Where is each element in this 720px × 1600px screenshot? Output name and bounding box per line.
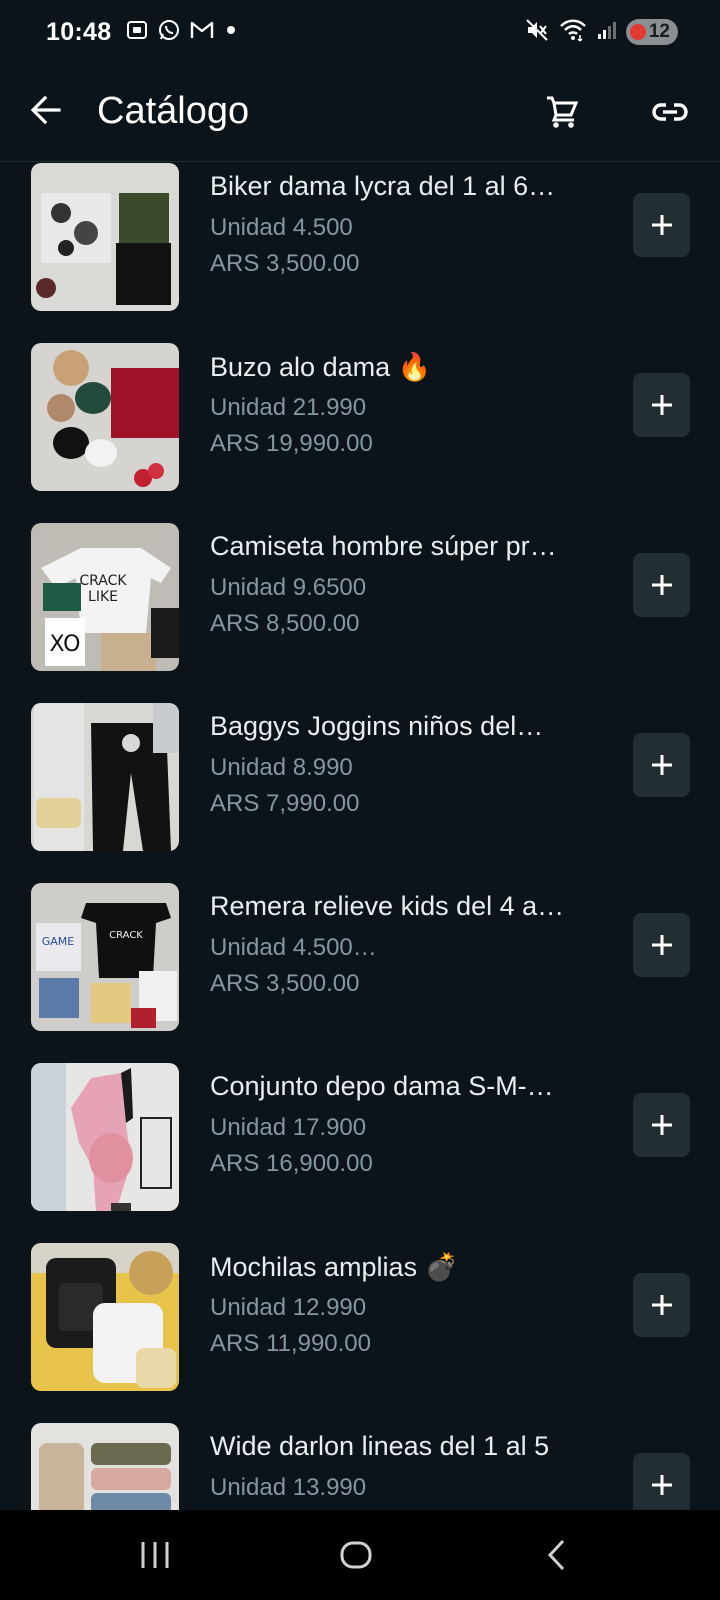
add-to-cart-button[interactable] bbox=[633, 1453, 690, 1510]
product-item[interactable]: Wide darlon lineas del 1 al 5 Unidad 13.… bbox=[0, 1389, 720, 1510]
svg-text:GAME: GAME bbox=[42, 935, 75, 948]
battery-indicator: 12 bbox=[625, 19, 678, 45]
product-name: Wide darlon lineas del 1 al 5 bbox=[210, 1431, 550, 1461]
plus-icon bbox=[651, 755, 672, 775]
product-item[interactable]: Biker dama lycra del 1 al 6… Unidad 4.50… bbox=[0, 163, 720, 311]
plus-icon bbox=[651, 1115, 672, 1135]
svg-text:CRACK: CRACK bbox=[109, 930, 143, 941]
home-icon bbox=[340, 1541, 372, 1569]
gmail-icon bbox=[189, 19, 215, 46]
share-link-button[interactable] bbox=[648, 90, 692, 134]
page-title: Catálogo bbox=[97, 90, 250, 132]
svg-text:LIKE: LIKE bbox=[88, 589, 118, 605]
product-name: Remera relieve kids del 4 a… bbox=[210, 891, 565, 921]
product-thumbnail: CRACK LIKE XO bbox=[31, 523, 179, 671]
screenshot-icon bbox=[125, 18, 149, 47]
cart-icon bbox=[547, 96, 579, 128]
status-time: 10:48 bbox=[46, 17, 112, 46]
product-price: ARS 11,990.00 bbox=[210, 1330, 372, 1357]
wifi-icon bbox=[558, 17, 588, 48]
product-thumbnail bbox=[31, 1063, 179, 1211]
plus-icon bbox=[651, 395, 672, 415]
product-name: Mochilas amplias 💣 bbox=[210, 1252, 459, 1282]
product-item[interactable]: Conjunto depo dama S-M-… Unidad 17.900 A… bbox=[0, 1029, 720, 1211]
product-price: ARS 16,900.00 bbox=[210, 1150, 373, 1177]
product-unit-price: Unidad 4.500… bbox=[210, 934, 377, 961]
whatsapp-icon bbox=[157, 18, 181, 47]
home-button[interactable] bbox=[336, 1535, 376, 1575]
product-thumbnail bbox=[31, 1243, 179, 1391]
signal-icon bbox=[596, 19, 618, 46]
plus-icon bbox=[651, 575, 672, 595]
back-icon bbox=[547, 1539, 565, 1571]
status-bar: 10:48 12 bbox=[0, 0, 720, 64]
product-item[interactable]: CRACK LIKE XO Camiseta hombre súper pr… … bbox=[0, 489, 720, 671]
cart-button[interactable] bbox=[540, 90, 584, 134]
battery-level: 12 bbox=[648, 21, 670, 42]
dot-icon bbox=[223, 22, 239, 43]
product-name: Biker dama lycra del 1 al 6… bbox=[210, 171, 556, 201]
product-unit-price: Unidad 17.900 bbox=[210, 1114, 367, 1141]
add-to-cart-button[interactable] bbox=[633, 553, 690, 617]
product-item[interactable]: Baggys Joggins niños del… Unidad 8.990 A… bbox=[0, 669, 720, 851]
add-to-cart-button[interactable] bbox=[633, 1093, 690, 1157]
product-thumbnail bbox=[31, 163, 179, 311]
product-price: ARS 3,500.00 bbox=[210, 970, 360, 997]
system-icons: 12 bbox=[524, 17, 678, 48]
product-price: ARS 3,500.00 bbox=[210, 250, 360, 277]
notification-icons bbox=[125, 18, 239, 47]
product-unit-price: Unidad 21.990 bbox=[210, 394, 367, 421]
product-name: Camiseta hombre súper pr… bbox=[210, 531, 557, 561]
recents-button[interactable] bbox=[135, 1535, 175, 1575]
battery-saver-icon bbox=[629, 24, 646, 40]
add-to-cart-button[interactable] bbox=[633, 1273, 690, 1337]
add-to-cart-button[interactable] bbox=[633, 373, 690, 437]
system-nav-bar bbox=[0, 1510, 720, 1600]
product-item[interactable]: Mochilas amplias 💣 Unidad 12.990 ARS 11,… bbox=[0, 1209, 720, 1391]
product-unit-price: Unidad 12.990 bbox=[210, 1294, 367, 1321]
system-back-button[interactable] bbox=[538, 1535, 578, 1575]
product-unit-price: Unidad 8.990 bbox=[210, 754, 353, 781]
plus-icon bbox=[651, 1295, 672, 1315]
add-to-cart-button[interactable] bbox=[633, 733, 690, 797]
product-unit-price: Unidad 13.990 bbox=[210, 1474, 367, 1501]
plus-icon bbox=[651, 1475, 672, 1495]
arrow-left-icon bbox=[30, 95, 61, 125]
product-name: Baggys Joggins niños del… bbox=[210, 711, 544, 741]
product-unit-price: Unidad 4.500 bbox=[210, 214, 353, 241]
plus-icon bbox=[651, 935, 672, 955]
plus-icon bbox=[651, 215, 672, 235]
product-thumbnail bbox=[31, 703, 179, 851]
product-name: Conjunto depo dama S-M-… bbox=[210, 1071, 554, 1101]
product-price: ARS 7,990.00 bbox=[210, 790, 360, 817]
product-name: Buzo alo dama 🔥 bbox=[210, 352, 432, 382]
mute-icon bbox=[524, 17, 550, 48]
product-thumbnail bbox=[31, 1423, 179, 1510]
link-icon bbox=[652, 103, 688, 121]
product-item[interactable]: Buzo alo dama 🔥 Unidad 21.990 ARS 19,990… bbox=[0, 309, 720, 491]
product-item[interactable]: GAME CRACK Remera relieve kids del 4 a… … bbox=[0, 849, 720, 1031]
product-unit-price: Unidad 9.6500 bbox=[210, 574, 367, 601]
recents-icon bbox=[141, 1542, 169, 1568]
svg-text:XO: XO bbox=[50, 632, 81, 657]
product-price: ARS 8,500.00 bbox=[210, 610, 360, 637]
app-bar: Catálogo bbox=[0, 64, 720, 162]
back-button[interactable] bbox=[26, 90, 66, 130]
add-to-cart-button[interactable] bbox=[633, 193, 690, 257]
product-price: ARS 19,990.00 bbox=[210, 430, 373, 457]
add-to-cart-button[interactable] bbox=[633, 913, 690, 977]
product-thumbnail bbox=[31, 343, 179, 491]
product-thumbnail: GAME CRACK bbox=[31, 883, 179, 1031]
svg-text:CRACK: CRACK bbox=[79, 573, 127, 589]
catalog-list[interactable]: Biker dama lycra del 1 al 6… Unidad 4.50… bbox=[0, 163, 720, 1510]
